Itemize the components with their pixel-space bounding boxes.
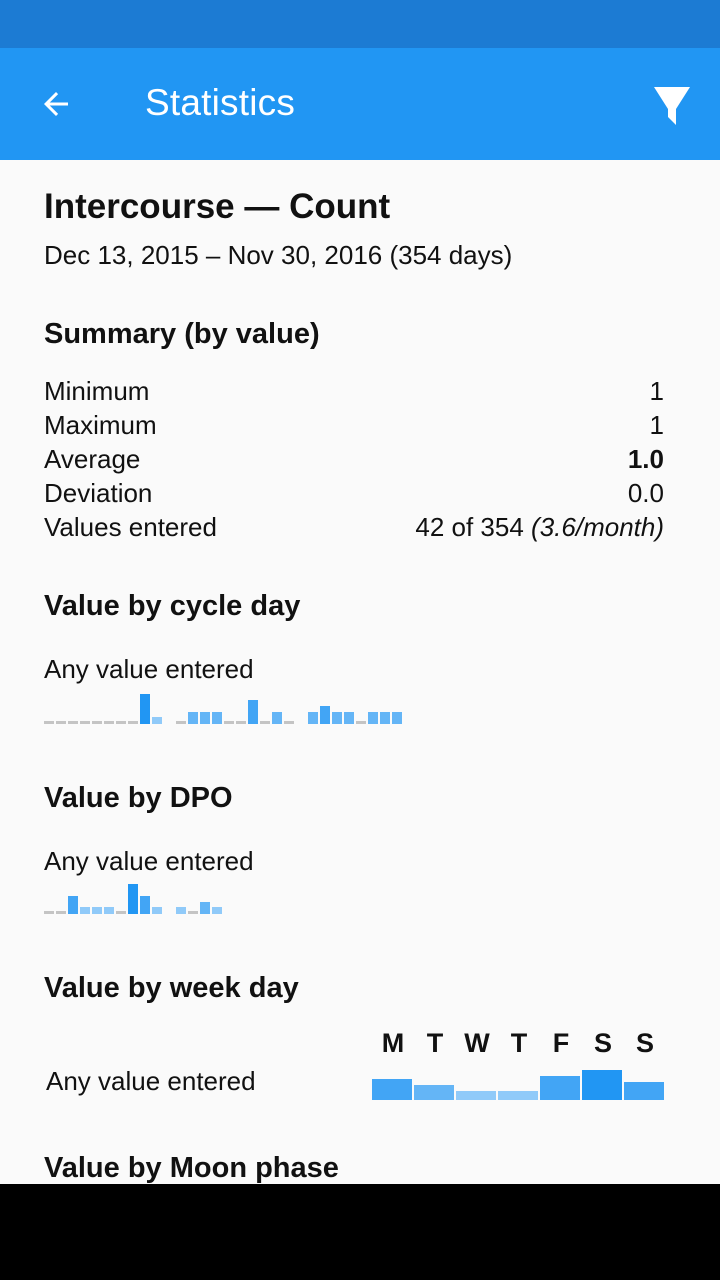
week-day-bar <box>372 1079 412 1100</box>
summary-value: 42 of 354 (3.6/month) <box>415 512 664 542</box>
week-day-bar <box>582 1070 622 1100</box>
week-day-letter: S <box>635 1028 654 1058</box>
cycle-day-bar <box>224 721 234 724</box>
week-day-letter: W <box>464 1028 490 1058</box>
filter-button[interactable] <box>644 78 700 134</box>
dpo-bar <box>56 911 66 914</box>
stat-title: Intercourse — Count <box>44 187 391 226</box>
dpo-bar <box>104 907 114 914</box>
cycle-day-bar <box>212 712 222 724</box>
dpo-bar <box>44 911 54 914</box>
dpo-bar <box>188 911 198 914</box>
cycle-day-bar <box>92 721 102 724</box>
summary-value: 1.0 <box>627 444 664 474</box>
dpo-bar <box>176 907 186 914</box>
cycle-day-bar <box>200 712 210 724</box>
cycle-day-title: Value by cycle day <box>44 590 301 622</box>
dpo-bar <box>128 884 138 914</box>
app-title: Statistics <box>145 82 296 123</box>
week-day-bar <box>498 1091 538 1100</box>
summary-row: Maximum 1 <box>44 408 664 442</box>
summary-value: 1 <box>649 376 664 406</box>
cycle-day-bar <box>56 721 66 724</box>
dpo-bar <box>116 911 126 914</box>
cycle-day-bar <box>44 721 54 724</box>
cycle-day-bar <box>368 712 378 724</box>
cycle-day-label: Any value entered <box>44 654 254 684</box>
summary-label: Deviation <box>44 478 153 508</box>
dpo-chart <box>44 880 244 914</box>
cycle-day-bar <box>260 721 270 724</box>
back-button[interactable] <box>28 76 84 132</box>
cycle-day-bar <box>272 712 282 724</box>
moon-phase-title: Value by Moon phase <box>44 1152 339 1184</box>
date-range: Dec 13, 2015 – Nov 30, 2016 (354 days) <box>44 240 513 270</box>
week-day-letter: T <box>510 1028 528 1058</box>
cycle-day-bar <box>236 721 246 724</box>
summary-row: Minimum 1 <box>44 374 664 408</box>
dpo-bar <box>68 896 78 914</box>
summary-row: Average 1.0 <box>44 442 664 476</box>
app-bar: Statistics <box>0 48 720 160</box>
summary-label: Minimum <box>44 376 150 406</box>
week-day-letter: T <box>426 1028 444 1058</box>
cycle-day-bar <box>248 700 258 724</box>
summary-label: Values entered <box>44 512 217 542</box>
cycle-day-bar <box>344 712 354 724</box>
week-day-header: MTWTFSS <box>372 1028 666 1059</box>
week-day-bar <box>540 1076 580 1100</box>
summary-title: Summary (by value) <box>44 318 320 350</box>
summary-table: Minimum 1 Maximum 1 Average 1.0 Deviation 0.0 Va… <box>44 374 664 544</box>
week-day-label: Any value entered <box>46 1066 256 1096</box>
cycle-day-bar <box>128 721 138 724</box>
week-day-letter: S <box>593 1028 612 1058</box>
week-day-letter: M <box>381 1028 405 1058</box>
cycle-day-chart <box>44 690 404 724</box>
filter-funnel-icon <box>654 87 690 125</box>
week-day-chart <box>372 1060 666 1100</box>
cycle-day-bar <box>80 721 90 724</box>
summary-row: Values entered 42 of 354 (3.6/month) <box>44 510 664 544</box>
week-day-title: Value by week day <box>44 972 299 1004</box>
arrow-left-icon <box>44 92 68 116</box>
cycle-day-bar <box>152 717 162 724</box>
status-bar <box>0 0 720 48</box>
summary-label: Average <box>44 444 141 474</box>
cycle-day-bar <box>284 721 294 724</box>
cycle-day-bar <box>356 721 366 724</box>
week-day-letter: F <box>552 1028 570 1058</box>
summary-label: Maximum <box>44 410 157 440</box>
cycle-day-bar <box>116 721 126 724</box>
summary-row: Deviation 0.0 <box>44 476 664 510</box>
week-day-bar <box>624 1082 664 1100</box>
cycle-day-bar <box>104 721 114 724</box>
cycle-day-bar <box>308 712 318 724</box>
dpo-title: Value by DPO <box>44 782 233 814</box>
cycle-day-bar <box>320 706 330 724</box>
summary-value: 1 <box>649 410 664 440</box>
dpo-bar <box>140 896 150 914</box>
cycle-day-bar <box>176 721 186 724</box>
cycle-day-bar <box>140 694 150 724</box>
navigation-bar <box>0 1184 720 1280</box>
dpo-bar <box>152 907 162 914</box>
cycle-day-bar <box>392 712 402 724</box>
cycle-day-bar <box>332 712 342 724</box>
dpo-bar <box>200 902 210 914</box>
cycle-day-bar <box>68 721 78 724</box>
cycle-day-bar <box>188 712 198 724</box>
week-day-bar <box>456 1091 496 1100</box>
dpo-label: Any value entered <box>44 846 254 876</box>
week-day-bar <box>414 1085 454 1100</box>
dpo-bar <box>92 907 102 914</box>
summary-value: 0.0 <box>627 478 664 508</box>
dpo-bar <box>80 907 90 914</box>
dpo-bar <box>212 907 222 914</box>
cycle-day-bar <box>380 712 390 724</box>
